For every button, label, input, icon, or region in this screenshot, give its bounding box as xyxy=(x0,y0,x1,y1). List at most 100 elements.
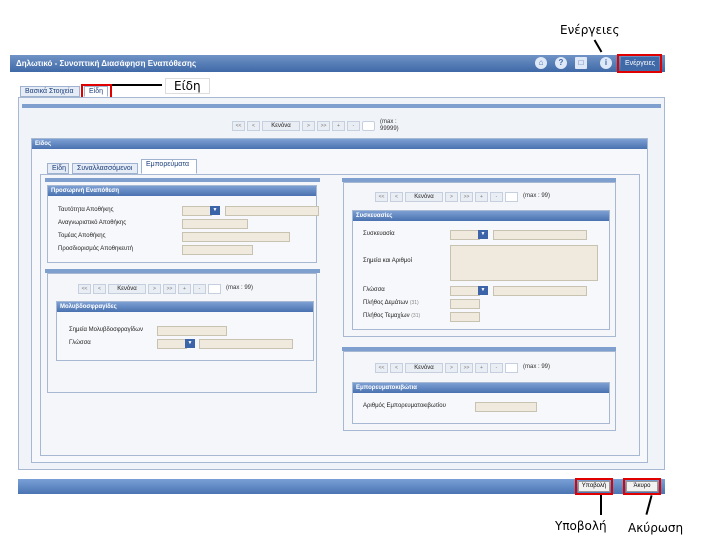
prev-button[interactable]: < xyxy=(247,120,260,131)
first-button[interactable]: << xyxy=(375,191,388,202)
remove-button[interactable]: - xyxy=(193,283,206,294)
first-button[interactable]: << xyxy=(375,362,388,373)
seal-language-select[interactable] xyxy=(157,339,187,349)
containers-header: Εμπορευματοκιβώτια xyxy=(353,383,609,393)
home-icon[interactable]: ⌂ xyxy=(535,57,547,69)
goods-content: Προσωρινή Εναπόθεση Ταυτότητα Αποθήκης ▼… xyxy=(40,174,640,456)
package-language-select[interactable] xyxy=(450,286,480,296)
subtab-items[interactable]: Είδη xyxy=(47,163,69,174)
temp-storage-panel: Προσωρινή Εναπόθεση Ταυτότητα Αποθήκης ▼… xyxy=(47,185,319,263)
max-label: (max : 99) xyxy=(226,285,254,291)
pieces-count-label: Πλήθος Τεμαχίων (31) xyxy=(363,313,421,319)
remove-button[interactable]: - xyxy=(490,362,503,373)
list-icon[interactable] xyxy=(505,362,518,373)
next-button[interactable]: > xyxy=(148,283,161,294)
callout-line xyxy=(110,84,162,86)
seal-language-text[interactable] xyxy=(199,339,293,349)
highlight-cancel xyxy=(623,478,661,495)
warehouse-code-field[interactable] xyxy=(182,219,248,229)
last-button[interactable]: >> xyxy=(163,283,176,294)
next-button[interactable]: > xyxy=(445,191,458,202)
first-button[interactable]: << xyxy=(78,283,91,294)
package-language-text[interactable] xyxy=(493,286,587,296)
max-label: (max : 99999) xyxy=(380,118,399,132)
list-icon[interactable] xyxy=(505,191,518,202)
packages-header: Συσκευασίες xyxy=(353,211,609,221)
warehouse-keeper-field[interactable] xyxy=(182,245,253,255)
divider-strip xyxy=(22,104,661,108)
add-button[interactable]: + xyxy=(178,283,191,294)
window-title: Δηλωτικό - Συνοπτική Διασάφηση Εναπόθεση… xyxy=(16,59,197,68)
chevron-down-icon[interactable]: ▼ xyxy=(478,286,488,295)
chevron-down-icon[interactable]: ▼ xyxy=(478,230,488,239)
warehouse-sector-field[interactable] xyxy=(182,232,290,242)
info-icon[interactable]: i xyxy=(600,57,612,69)
callout-line xyxy=(593,39,603,53)
chevron-down-icon[interactable]: ▼ xyxy=(185,339,195,348)
list-icon[interactable] xyxy=(362,120,375,131)
bottom-bar xyxy=(18,479,665,494)
add-button[interactable]: + xyxy=(332,120,345,131)
package-label: Συσκευασία xyxy=(363,231,395,237)
last-button[interactable]: >> xyxy=(460,191,473,202)
first-button[interactable]: << xyxy=(232,120,245,131)
tab-basic-info[interactable]: Βασικά Στοιχεία xyxy=(20,86,80,97)
temp-storage-header: Προσωρινή Εναπόθεση xyxy=(48,186,316,196)
callout-actions: Ενέργειες xyxy=(560,23,620,37)
add-button[interactable]: + xyxy=(475,191,488,202)
warehouse-id-select[interactable] xyxy=(182,206,212,216)
warehouse-code-label: Αναγνωριστικό Αποθήκης xyxy=(58,220,127,226)
subtab-goods[interactable]: Εμπορεύματα xyxy=(141,159,197,174)
remove-button[interactable]: - xyxy=(490,191,503,202)
bundles-counter: (31) xyxy=(409,300,419,306)
container-number-field[interactable] xyxy=(475,402,537,412)
bundles-count-label: Πλήθος Δεμάτων (31) xyxy=(363,300,419,306)
marks-numbers-field[interactable] xyxy=(450,245,598,281)
next-button[interactable]: > xyxy=(302,120,315,131)
callout-cancel: Ακύρωση xyxy=(628,521,684,535)
warehouse-id-text[interactable] xyxy=(225,206,319,216)
list-icon[interactable] xyxy=(208,283,221,294)
prev-button[interactable]: < xyxy=(93,283,106,294)
window-icon[interactable]: □ xyxy=(575,57,587,69)
pieces-count-field[interactable] xyxy=(450,312,480,322)
seals-panel: Μολυβδοσφραγίδες Σημεία Μολυβδοσφραγίδων… xyxy=(56,301,314,361)
pieces-counter: (31) xyxy=(411,313,421,319)
containers-pager: << < Κενόνα > >> + - (max : 99) xyxy=(375,362,550,373)
seal-marks-field[interactable] xyxy=(157,326,227,336)
warehouse-id-label: Ταυτότητα Αποθήκης xyxy=(58,207,114,213)
help-icon[interactable]: ? xyxy=(555,57,567,69)
package-select[interactable] xyxy=(450,230,480,240)
record-caption: Κενόνα xyxy=(262,120,300,131)
chevron-down-icon[interactable]: ▼ xyxy=(210,206,220,215)
prev-button[interactable]: < xyxy=(390,362,403,373)
package-text[interactable] xyxy=(493,230,587,240)
containers-container: << < Κενόνα > >> + - (max : 99) Εμπορευμ… xyxy=(343,351,616,431)
seals-container: << < Κενόνα > >> + - (max : 99) Μολυβδοσ… xyxy=(47,273,317,393)
record-caption: Κενόνα xyxy=(405,191,443,202)
max-label: (max : 99) xyxy=(523,364,551,370)
highlight-submit xyxy=(575,478,613,495)
remove-button[interactable]: - xyxy=(347,120,360,131)
callout-line xyxy=(645,495,653,515)
containers-panel: Εμπορευματοκιβώτια Αριθμός Εμπορευματοκι… xyxy=(352,382,610,424)
prev-button[interactable]: < xyxy=(390,191,403,202)
add-button[interactable]: + xyxy=(475,362,488,373)
seal-language-label: Γλώσσα xyxy=(69,340,91,346)
container-number-label: Αριθμός Εμπορευματοκιβωτίου xyxy=(363,403,446,409)
main-pager: << < Κενόνα > >> + - (max : 99999) xyxy=(232,118,408,132)
bundles-count-field[interactable] xyxy=(450,299,480,309)
seal-marks-label: Σημεία Μολυβδοσφραγίδων xyxy=(69,327,143,333)
record-caption: Κενόνα xyxy=(108,283,146,294)
record-caption: Κενόνα xyxy=(405,362,443,373)
item-panel-header: Είδος xyxy=(32,139,647,149)
highlight-actions xyxy=(617,54,662,73)
package-language-label: Γλώσσα xyxy=(363,287,385,293)
next-button[interactable]: > xyxy=(445,362,458,373)
subtab-parties[interactable]: Συναλλασσόμενοι xyxy=(72,163,138,174)
packages-panel: Συσκευασίες Συσκευασία ▼ Σημεία και Αριθ… xyxy=(352,210,610,330)
last-button[interactable]: >> xyxy=(460,362,473,373)
window-titlebar: Δηλωτικό - Συνοπτική Διασάφηση Εναπόθεση… xyxy=(10,55,665,72)
warehouse-sector-label: Τομέας Αποθήκης xyxy=(58,233,106,239)
last-button[interactable]: >> xyxy=(317,120,330,131)
